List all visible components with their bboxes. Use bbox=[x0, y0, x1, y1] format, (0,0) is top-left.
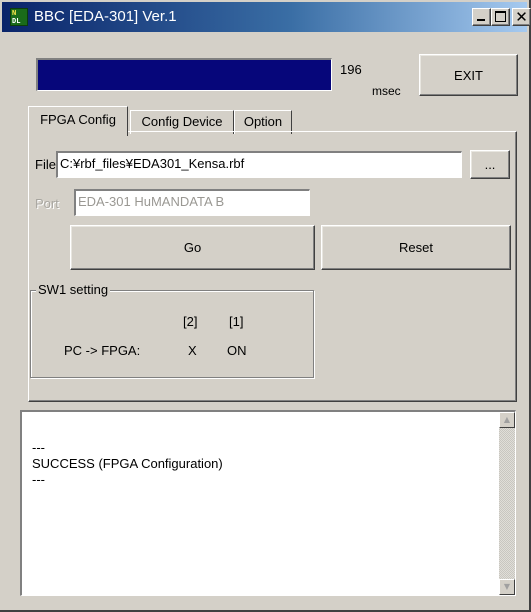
minimize-icon bbox=[477, 19, 485, 21]
app-logo-text-bottom: DL bbox=[12, 17, 21, 25]
log-line: SUCCESS (FPGA Configuration) bbox=[32, 456, 223, 471]
scroll-up-icon[interactable]: ▲ bbox=[499, 412, 515, 428]
window-title: BBC [EDA-301] Ver.1 bbox=[34, 8, 177, 25]
progress-fill bbox=[38, 60, 331, 90]
title-bar[interactable]: N DL BBC [EDA-301] Ver.1 ✕ bbox=[2, 2, 531, 32]
maximize-button[interactable] bbox=[491, 8, 510, 26]
progress-bar bbox=[36, 58, 332, 91]
elapsed-time-value: 196 bbox=[340, 62, 362, 77]
close-icon: ✕ bbox=[515, 8, 528, 26]
vertical-scrollbar[interactable]: ▲ ▼ bbox=[499, 412, 515, 595]
maximize-icon bbox=[495, 11, 506, 22]
minimize-button[interactable] bbox=[472, 8, 491, 26]
app-logo-text-top: N bbox=[12, 9, 17, 17]
log-text: --- SUCCESS (FPGA Configuration) --- bbox=[32, 440, 223, 488]
log-line: --- bbox=[32, 440, 45, 455]
fpga-config-panel bbox=[28, 131, 517, 402]
scroll-down-icon[interactable]: ▼ bbox=[499, 579, 515, 595]
main-window: N DL BBC [EDA-301] Ver.1 ✕ 196 msec EXIT… bbox=[0, 0, 531, 612]
app-logo-icon[interactable]: N DL bbox=[10, 8, 28, 26]
tab-fpga-config[interactable]: FPGA Config bbox=[28, 106, 128, 136]
log-output[interactable]: --- SUCCESS (FPGA Configuration) --- ▲ ▼ bbox=[20, 410, 516, 596]
exit-button[interactable]: EXIT bbox=[419, 54, 518, 96]
close-button[interactable]: ✕ bbox=[512, 8, 531, 26]
log-line: --- bbox=[32, 472, 45, 487]
elapsed-time-unit: msec bbox=[372, 84, 401, 98]
